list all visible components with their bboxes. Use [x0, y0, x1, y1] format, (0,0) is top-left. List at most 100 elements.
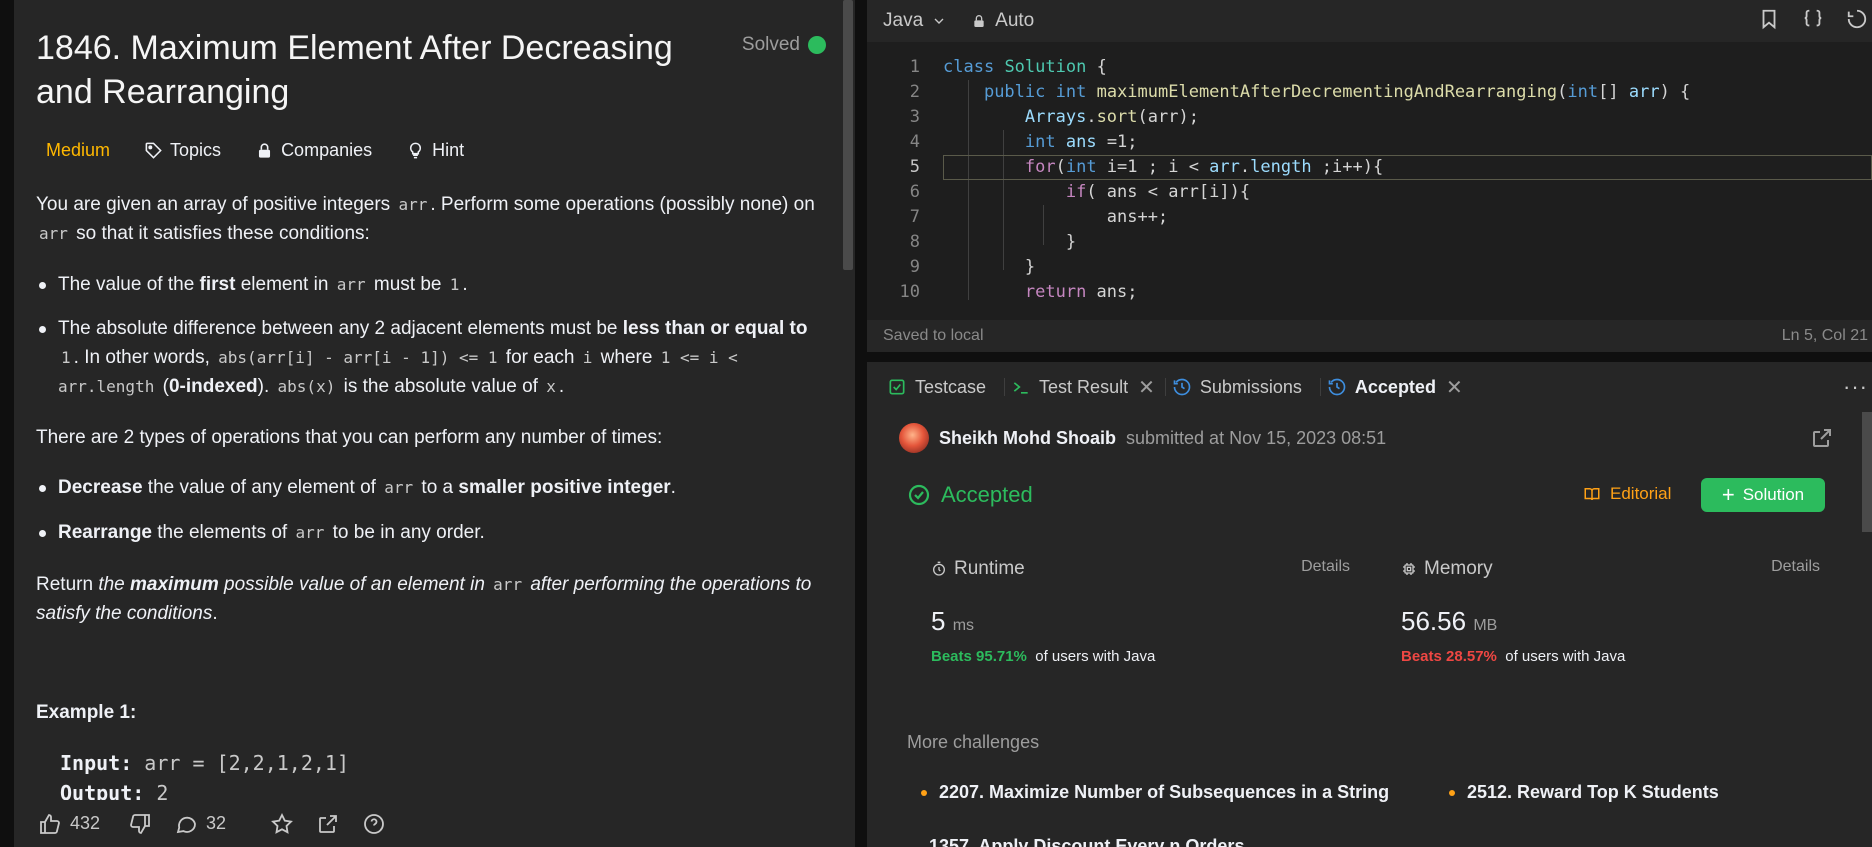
medium-dot-icon	[921, 789, 927, 796]
code-text: if( ans < arr[i]){	[1065, 182, 1251, 202]
tab-label: Testcase	[915, 376, 987, 397]
bold-text: Decrease	[58, 477, 143, 498]
share-button[interactable]	[316, 812, 340, 836]
runtime-card[interactable]: Runtime Details 5 ms Beats 95.71% of use…	[919, 546, 1374, 686]
medium-dot-icon	[1449, 789, 1455, 796]
problem-title: 1846. Maximum Element After Decreasing a…	[36, 29, 673, 111]
code-line: 4 int ans =1;	[867, 130, 1872, 155]
example-block: Input: arr = [2,2,1,2,1] Output: 2	[60, 748, 349, 808]
avatar[interactable]	[899, 423, 929, 453]
text: .	[558, 376, 565, 397]
runtime-details-link[interactable]: Details	[1301, 558, 1350, 576]
inline-code: arr	[295, 523, 325, 542]
memory-number: 56.56	[1401, 606, 1467, 636]
stopwatch-icon	[933, 561, 945, 576]
question-icon	[364, 813, 384, 834]
code-text: public int maximumElementAfterDecrementi…	[983, 82, 1691, 102]
code-text: }	[943, 257, 1036, 277]
close-icon[interactable]: ✕	[1138, 375, 1155, 400]
inline-code: abs(x)	[277, 377, 336, 396]
challenge-link[interactable]: 2207. Maximize Number of Subsequences in…	[921, 782, 1389, 803]
text: The value of the	[58, 274, 200, 295]
solution-button[interactable]: + Solution	[1701, 478, 1825, 512]
challenge-title: 2512. Reward Top K Students	[1467, 782, 1719, 802]
language-label: Java	[883, 10, 924, 31]
like-button[interactable]: 432	[38, 812, 100, 836]
code-text: Arrays.sort(arr);	[1024, 107, 1199, 127]
inline-code: arr	[39, 224, 68, 243]
help-button[interactable]	[362, 812, 386, 836]
memory-card[interactable]: Memory Details 56.56 MB Beats 28.57% of …	[1389, 546, 1844, 686]
thumbs-down-icon	[130, 813, 150, 834]
condition-item: The value of the first element in arr mu…	[36, 270, 826, 299]
favorite-button[interactable]	[270, 812, 294, 836]
submitter-name[interactable]: Sheikh Mohd Shoaib	[939, 428, 1116, 449]
line-number: 3	[909, 107, 920, 127]
more-options-icon[interactable]: ···	[1843, 374, 1868, 400]
bold-text: Rearrange	[58, 522, 152, 543]
code-line: 1 class Solution {	[867, 55, 1872, 80]
auto-mode-toggle[interactable]: Auto	[971, 10, 1034, 32]
bold-italic-text: maximum	[130, 574, 219, 595]
check-circle-icon	[908, 484, 930, 506]
tab-divider	[1319, 378, 1321, 396]
text: .	[670, 477, 676, 498]
result-tabs: Testcase Test Result ✕ Submissions Accep…	[867, 362, 1872, 412]
lightbulb-icon	[410, 142, 422, 159]
tab-accepted[interactable]: Accepted ✕	[1327, 375, 1463, 400]
solved-indicator: Solved	[742, 34, 826, 56]
open-external-button[interactable]	[1810, 426, 1834, 455]
plus-icon: +	[1721, 482, 1735, 507]
format-braces-icon[interactable]	[1802, 8, 1824, 30]
comments-button[interactable]: 32	[174, 812, 226, 836]
hint-tag[interactable]: Hint	[394, 136, 476, 165]
code-line: 6 if( ans < arr[i]){	[867, 180, 1872, 205]
text: (	[157, 376, 169, 397]
line-number: 9	[909, 257, 920, 277]
code-text: return ans;	[1024, 282, 1138, 302]
challenge-link[interactable]: 2512. Reward Top K Students	[1449, 782, 1719, 803]
text: .	[212, 603, 218, 624]
inline-code: abs(arr[i] - arr[i - 1]) <= 1	[218, 348, 498, 367]
tab-divider	[1004, 378, 1006, 396]
topics-tag[interactable]: Topics	[132, 136, 233, 165]
close-icon[interactable]: ✕	[1446, 375, 1463, 400]
line-number: 6	[909, 182, 920, 202]
dislike-button[interactable]	[128, 812, 152, 836]
code-line: 3 Arrays.sort(arr);	[867, 105, 1872, 130]
bookmark-icon[interactable]	[1758, 8, 1780, 30]
solution-label: Solution	[1742, 485, 1805, 504]
lock-icon	[259, 143, 271, 158]
comment-icon	[176, 816, 196, 833]
conditions-list: The value of the first element in arr mu…	[36, 270, 826, 401]
line-number: 2	[909, 82, 920, 102]
tab-submissions[interactable]: Submissions	[1172, 377, 1302, 398]
scrollbar-thumb[interactable]	[843, 0, 853, 270]
memory-details-link[interactable]: Details	[1771, 558, 1820, 576]
memory-label: Memory	[1424, 558, 1493, 579]
reset-icon[interactable]	[1846, 8, 1868, 30]
tab-test-result[interactable]: Test Result ✕	[1011, 375, 1155, 400]
companies-tag[interactable]: Companies	[243, 136, 384, 165]
editorial-button[interactable]: Editorial	[1583, 484, 1671, 504]
language-select[interactable]: Java	[883, 10, 947, 32]
hint-label: Hint	[432, 140, 465, 160]
editor-toolbar: Java Auto	[867, 0, 1872, 42]
text: ).	[257, 376, 275, 397]
tab-testcase[interactable]: Testcase	[887, 377, 986, 398]
line-number: 4	[909, 132, 920, 152]
code-area[interactable]: 1 class Solution { 2 public int maximumEl…	[867, 55, 1872, 305]
memory-value: 56.56 MB	[1401, 606, 1497, 637]
accepted-label: Accepted	[941, 482, 1033, 507]
code-editor: Java Auto 1 class Solution { 2 public int…	[867, 0, 1872, 352]
cursor-position: Ln 5, Col 21	[1781, 327, 1868, 344]
result-scrollbar[interactable]	[1862, 412, 1872, 532]
problem-scrollbar[interactable]	[841, 0, 855, 847]
star-icon	[271, 812, 294, 834]
accepted-status: Accepted	[907, 482, 1033, 508]
tag-row: Medium Topics Companies Hint	[36, 136, 476, 165]
chip-icon	[1403, 563, 1415, 575]
editor-actions	[1758, 8, 1868, 30]
chevron-down-icon	[934, 18, 944, 24]
challenge-link[interactable]: 1357. Apply Discount Every n Orders	[929, 836, 1244, 847]
